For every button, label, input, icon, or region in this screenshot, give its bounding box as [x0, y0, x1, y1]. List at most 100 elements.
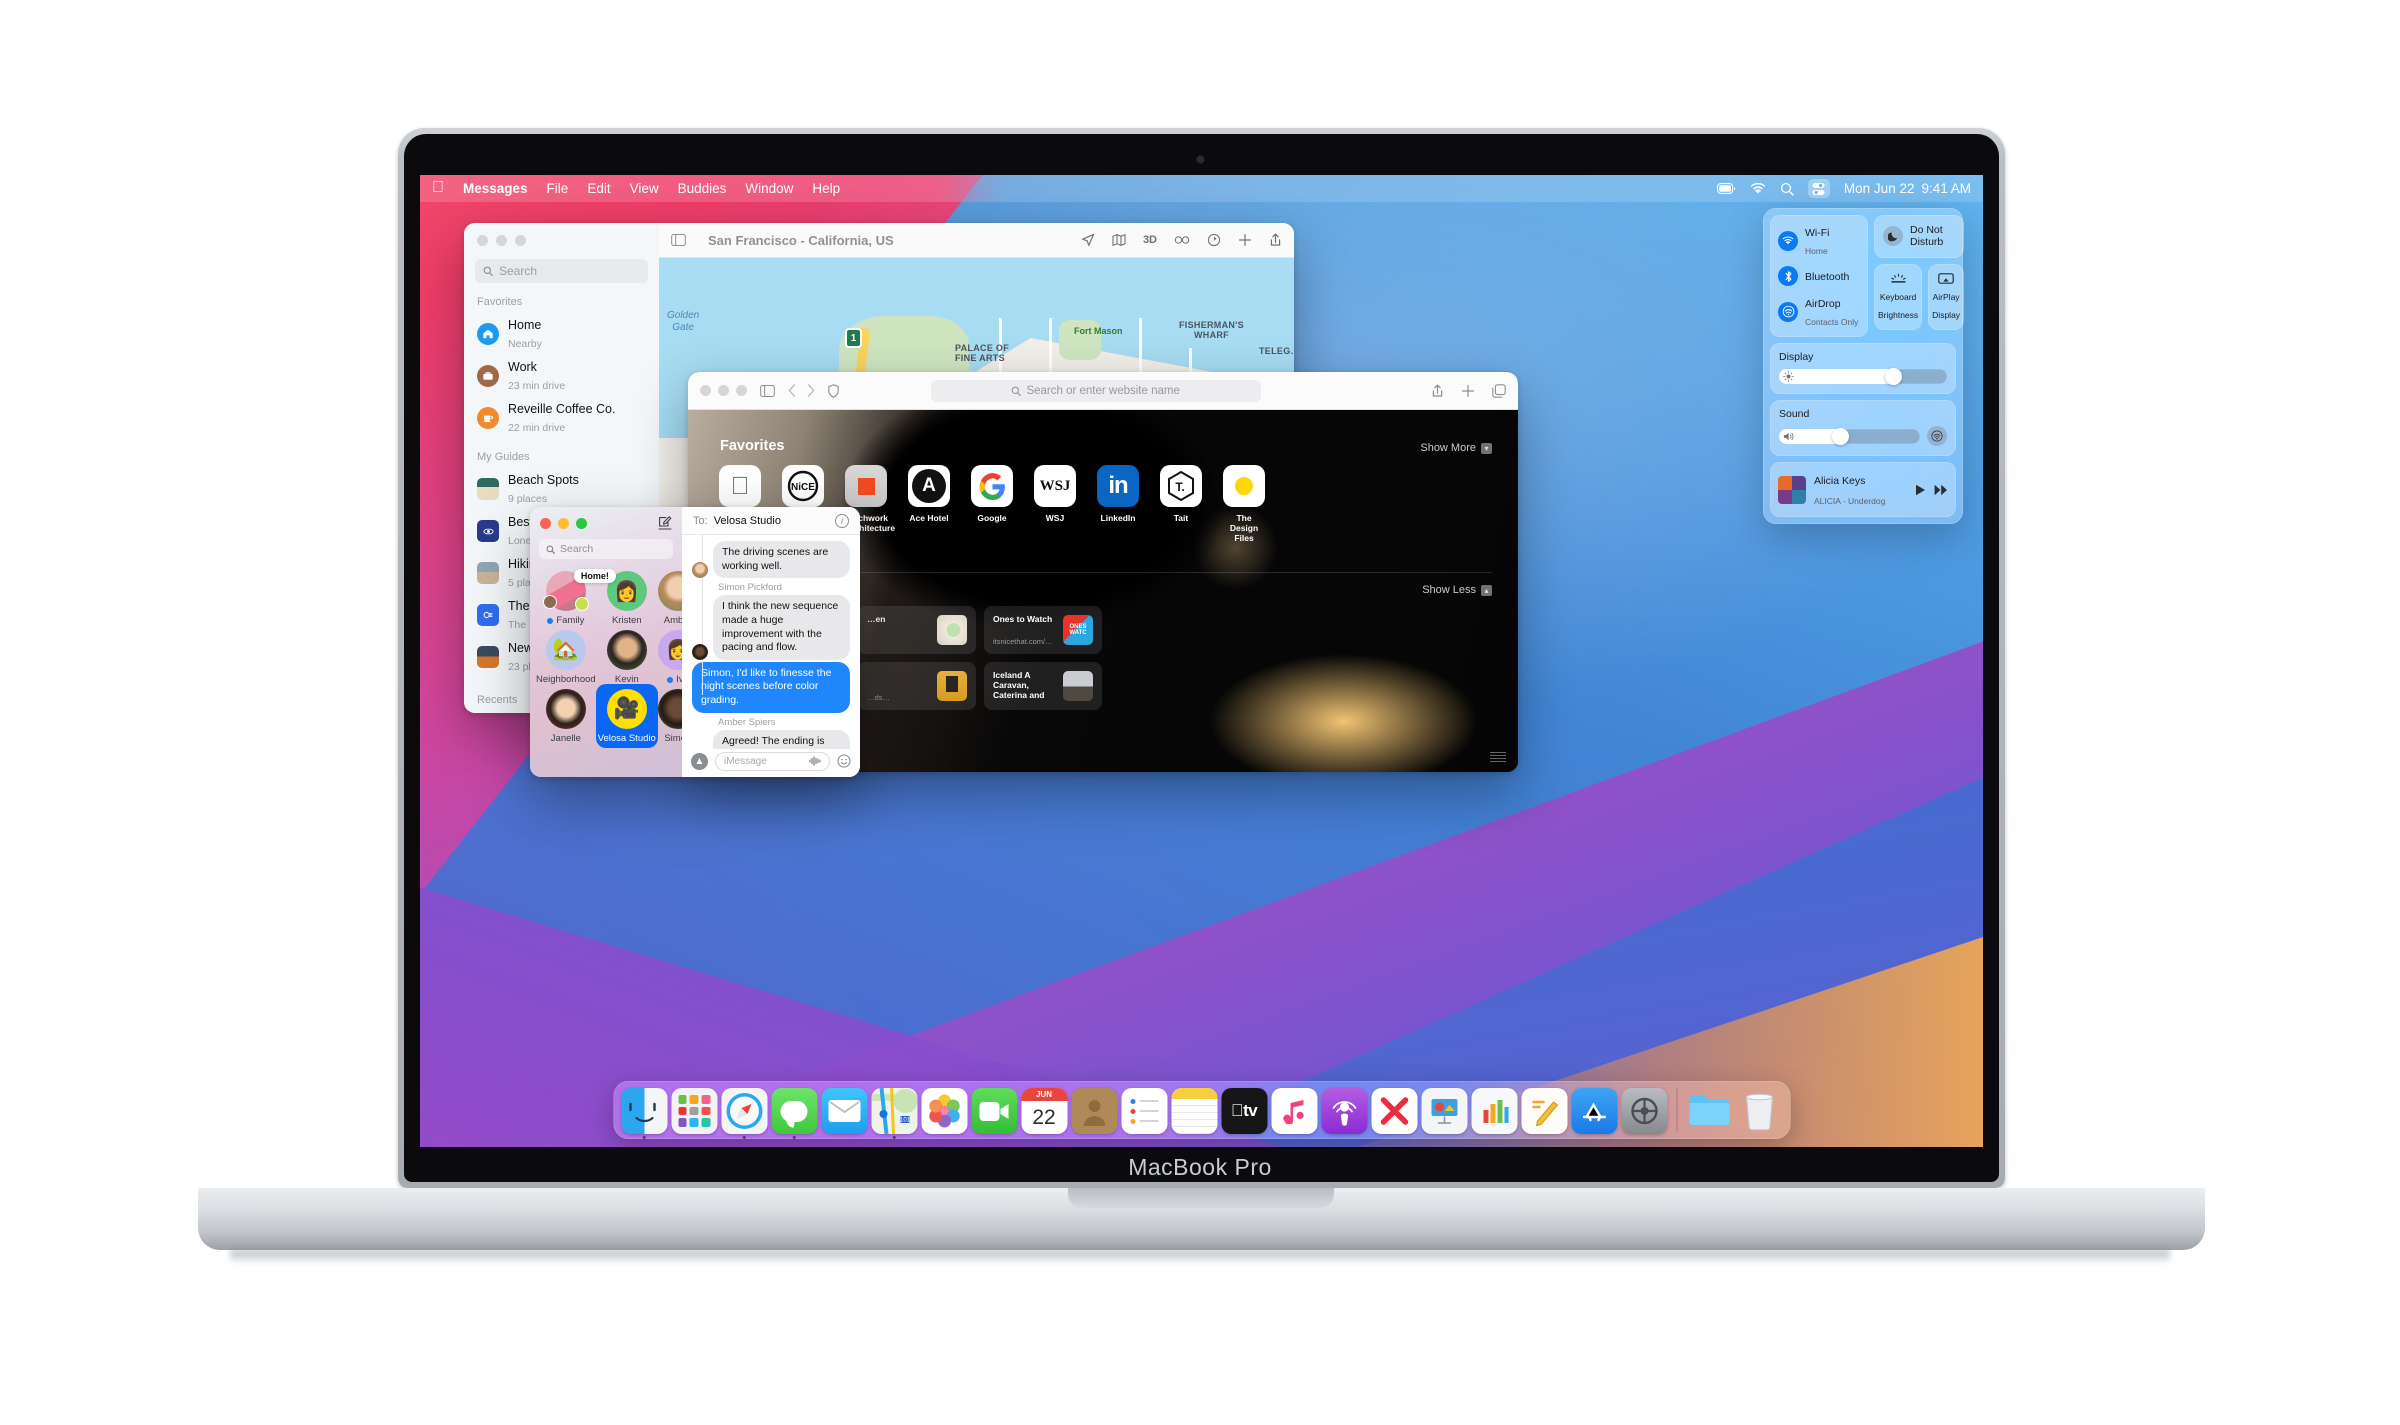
- reading-list-item[interactable]: …en: [858, 606, 976, 654]
- search-icon[interactable]: [1780, 182, 1794, 196]
- dock-item-trash[interactable]: [1736, 1088, 1782, 1134]
- zoom-button[interactable]: [515, 235, 526, 246]
- messages-apps-icon[interactable]: ▲: [691, 752, 708, 770]
- menu-app-name[interactable]: Messages: [463, 181, 528, 196]
- menu-item-file[interactable]: File: [547, 181, 569, 196]
- dock-item-music[interactable]: [1271, 1088, 1317, 1134]
- dock-item-maps[interactable]: 101: [871, 1088, 917, 1139]
- sidebar-toggle-icon[interactable]: [671, 234, 686, 246]
- maps-traffic-lights[interactable]: [464, 223, 659, 246]
- reading-list-item[interactable]: …ds…: [858, 662, 976, 710]
- share-icon[interactable]: [1269, 233, 1282, 247]
- zoom-button[interactable]: [736, 385, 747, 396]
- conversation-family[interactable]: Home! Family: [536, 569, 616, 626]
- add-icon[interactable]: [1238, 233, 1252, 247]
- menu-item-help[interactable]: Help: [812, 181, 840, 196]
- dock-item-numbers[interactable]: [1471, 1088, 1517, 1134]
- dock-item-photos[interactable]: [921, 1088, 967, 1134]
- dock-item-reminders[interactable]: [1121, 1088, 1167, 1134]
- safari-toolbar-right[interactable]: [1431, 383, 1506, 398]
- maps-favorite-reveille-coffee[interactable]: Reveille Coffee Co. 22 min drive: [464, 397, 659, 439]
- safari-address-bar[interactable]: Search or enter website name: [930, 379, 1261, 402]
- dock-item-facetime[interactable]: [971, 1088, 1017, 1134]
- maps-favorite-home[interactable]: Home Nearby: [464, 313, 659, 355]
- apple-menu-icon[interactable]: : [432, 179, 444, 196]
- close-button[interactable]: [700, 385, 711, 396]
- close-button[interactable]: [477, 235, 488, 246]
- menu-item-edit[interactable]: Edit: [587, 181, 610, 196]
- dock-item-system-preferences[interactable]: [1621, 1088, 1667, 1134]
- messages-sidebar[interactable]: Search Home! Family 👩 Kristen Amb 🏡 Neig…: [530, 507, 682, 777]
- map-mode-icon[interactable]: [1112, 233, 1126, 247]
- new-tab-icon[interactable]: [1461, 384, 1475, 398]
- message-thread[interactable]: The driving scenes are working well. Sim…: [682, 535, 860, 749]
- menu-bar[interactable]:  Messages File Edit View Buddies Window…: [420, 175, 1983, 202]
- keyboard-brightness-tile[interactable]: Keyboard Brightness: [1874, 263, 1923, 330]
- maps-favorite-work[interactable]: Work 23 min drive: [464, 355, 659, 397]
- display-brightness-slider[interactable]: [1779, 368, 1947, 386]
- minimize-button[interactable]: [496, 235, 507, 246]
- conversation-amber[interactable]: Amber: [657, 571, 682, 626]
- minimize-button[interactable]: [718, 385, 729, 396]
- dock-item-podcasts[interactable]: [1321, 1088, 1367, 1134]
- dock-item-calendar[interactable]: JUN 22: [1021, 1088, 1067, 1134]
- volume-slider[interactable]: [1779, 427, 1920, 445]
- wifi-icon[interactable]: [1750, 182, 1766, 195]
- sidebar-toggle-icon[interactable]: [760, 384, 775, 397]
- messages-search-input[interactable]: Search: [539, 539, 673, 559]
- control-center-connectivity-card[interactable]: Wi-Fi Home Bluetooth AirDrop Contacts On…: [1770, 215, 1868, 338]
- favorite-ace-hotel[interactable]: A Ace Hotel: [908, 465, 950, 544]
- favorite-wsj[interactable]: WSJ WSJ: [1034, 465, 1076, 544]
- dock-item-downloads[interactable]: [1686, 1088, 1732, 1134]
- maps-toolbar-actions[interactable]: 3D: [1081, 233, 1282, 247]
- favorite-google[interactable]: Google: [971, 465, 1013, 544]
- messages-sidebar-top[interactable]: [530, 507, 682, 530]
- dock-item-apple-tv[interactable]: tv: [1221, 1088, 1267, 1134]
- messages-people-grid[interactable]: Home! Family 👩 Kristen Amb 🏡 Neighborhoo…: [530, 559, 682, 748]
- compose-icon[interactable]: [658, 516, 672, 530]
- dock-item-pages[interactable]: [1521, 1088, 1567, 1134]
- zoom-button[interactable]: [576, 517, 587, 529]
- dock-item-contacts[interactable]: [1071, 1088, 1117, 1134]
- menu-item-window[interactable]: Window: [745, 181, 793, 196]
- close-button[interactable]: [540, 517, 551, 529]
- safari-toolbar[interactable]: Search or enter website name: [688, 372, 1518, 410]
- conversation-header[interactable]: To: Velosa Studio i: [682, 507, 860, 535]
- safari-reading-list[interactable]: …en Ones to Watch itsnicethat.com/ones… …: [858, 606, 1102, 710]
- dock-item-finder[interactable]: [621, 1088, 667, 1139]
- share-icon[interactable]: [1431, 384, 1444, 398]
- conversation-ivy[interactable]: 👩 ❤ Ivy: [657, 630, 682, 685]
- dock-item-launchpad[interactable]: [671, 1088, 717, 1134]
- favorite-linkedin[interactable]: in LinkedIn: [1097, 465, 1139, 544]
- emoji-icon[interactable]: [837, 754, 851, 768]
- 3d-icon[interactable]: 3D: [1143, 234, 1157, 246]
- privacy-report-icon[interactable]: [828, 383, 839, 398]
- airplay-display-tile[interactable]: AirPlay Display: [1928, 263, 1965, 330]
- safari-show-more-button[interactable]: Show More ▾: [1420, 442, 1492, 454]
- fast-forward-icon[interactable]: [1934, 484, 1948, 496]
- dock-item-news[interactable]: [1371, 1088, 1417, 1134]
- dock-item-notes[interactable]: [1171, 1088, 1217, 1134]
- now-playing-card[interactable]: Alicia Keys ALICIA - Underdog: [1770, 462, 1956, 517]
- share-route-icon[interactable]: [1207, 233, 1221, 247]
- window-resize-handle[interactable]: [1490, 752, 1506, 762]
- wifi-toggle[interactable]: Wi-Fi Home: [1778, 223, 1860, 258]
- messages-traffic-lights[interactable]: [540, 517, 587, 529]
- conversation-kevin[interactable]: Kevin: [598, 630, 656, 685]
- minimize-button[interactable]: [558, 517, 569, 529]
- menu-bar-clock[interactable]: Mon Jun 22 9:41 AM: [1844, 181, 1971, 196]
- conversation-neighborhood[interactable]: 🏡 Neighborhood: [536, 630, 596, 685]
- conversation-janelle[interactable]: Janelle: [536, 689, 596, 744]
- menu-item-buddies[interactable]: Buddies: [678, 181, 727, 196]
- menu-item-view[interactable]: View: [630, 181, 659, 196]
- locate-icon[interactable]: [1081, 233, 1095, 247]
- control-center-panel[interactable]: Wi-Fi Home Bluetooth AirDrop Contacts On…: [1763, 208, 1965, 524]
- play-icon[interactable]: [1915, 484, 1926, 496]
- airdrop-toggle[interactable]: AirDrop Contacts Only: [1778, 294, 1860, 329]
- back-icon[interactable]: [788, 384, 796, 397]
- dock-item-mail[interactable]: [821, 1088, 867, 1134]
- display-brightness-card[interactable]: Display: [1770, 343, 1956, 395]
- maps-toolbar[interactable]: San Francisco - California, US 3D: [659, 223, 1294, 258]
- safari-show-less-button[interactable]: Show Less ▴: [1422, 584, 1492, 596]
- maps-search-input[interactable]: Search: [475, 259, 648, 283]
